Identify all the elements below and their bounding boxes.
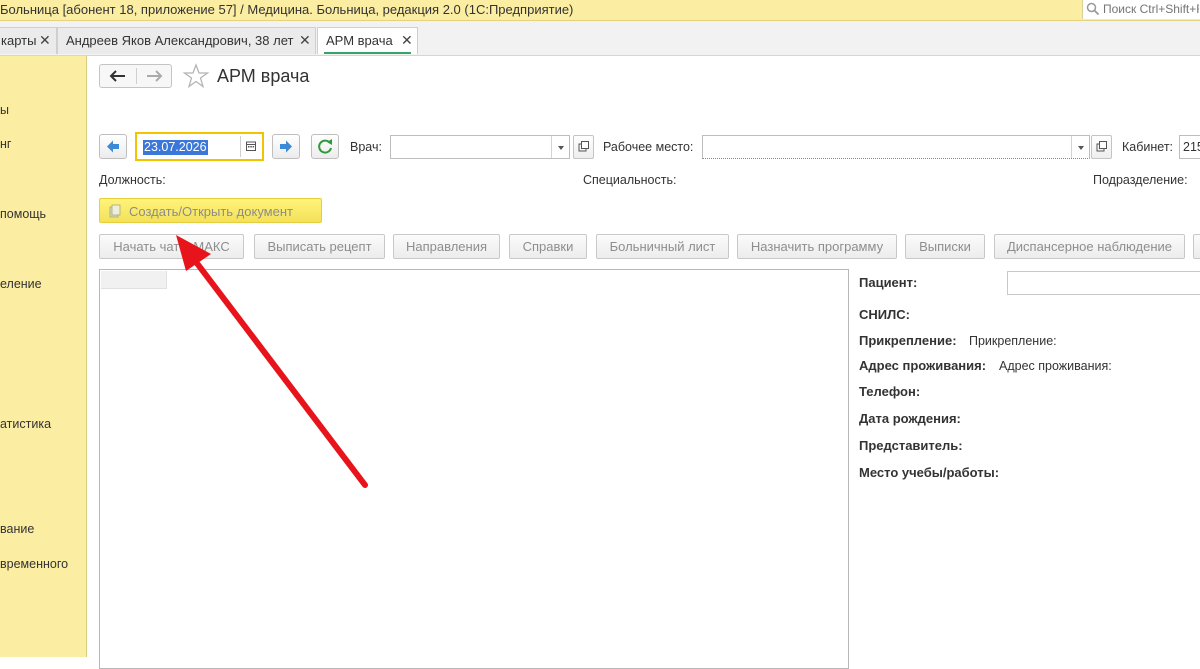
date-field[interactable]: 23.07.2026 <box>135 132 264 161</box>
address-value: Адрес проживания: <box>999 359 1112 373</box>
close-icon[interactable]: ✕ <box>39 32 51 49</box>
workplace-select[interactable] <box>702 135 1090 159</box>
tab-bar: карты ✕ Андреев Яков Александрович, 38 л… <box>0 21 1200 56</box>
referrals-button[interactable]: Направления <box>393 234 500 259</box>
calendar-icon[interactable] <box>245 140 257 152</box>
left-arrow-icon <box>107 140 119 153</box>
address-label: Адрес проживания: <box>859 358 987 373</box>
create-document-button[interactable]: Создать/Открыть документ <box>99 198 322 223</box>
workplace-label: Рабочее место: <box>603 140 694 154</box>
cabinet-label: Кабинет: <box>1122 140 1174 154</box>
section-item[interactable]: ы <box>0 103 9 117</box>
doctor-label: Врач: <box>350 140 382 154</box>
tab-patient[interactable]: Андреев Яков Александрович, 38 лет ✕ <box>57 27 316 54</box>
birth-date-label: Дата рождения: <box>859 411 961 426</box>
dispensary-button[interactable]: Диспансерное наблюдение <box>994 234 1185 259</box>
department-label: Подразделение: <box>1093 173 1188 187</box>
extracts-button[interactable]: Выписки <box>905 234 985 259</box>
next-date-button[interactable] <box>272 134 300 159</box>
attachment-value: Прикрепление: <box>969 334 1057 348</box>
patient-list[interactable] <box>99 269 849 669</box>
section-item[interactable]: временного <box>0 557 68 571</box>
work-place-label: Место учебы/работы: <box>859 465 1000 480</box>
history-nav <box>99 64 172 88</box>
star-icon[interactable] <box>183 63 209 89</box>
certificates-button[interactable]: Справки <box>509 234 587 259</box>
search-input[interactable] <box>1103 1 1199 17</box>
page-title: АРМ врача <box>217 66 310 86</box>
open-icon <box>1096 141 1107 152</box>
representative-label: Представитель: <box>859 438 963 453</box>
attachment-label: Прикрепление: <box>859 333 957 348</box>
tab-label: Андреев Яков Александрович, 38 лет <box>66 33 294 48</box>
field-separator <box>240 136 241 157</box>
cabinet-field[interactable]: 215 <box>1179 135 1200 159</box>
window-title: Больница [абонент 18, приложение 57] / М… <box>0 2 574 17</box>
back-arrow-icon[interactable] <box>100 65 136 87</box>
section-item[interactable]: нг <box>0 137 11 151</box>
cabinet-value: 215 <box>1183 140 1200 154</box>
position-label: Должность: <box>99 173 166 187</box>
tab-label: карты <box>1 33 37 48</box>
refresh-button[interactable] <box>311 134 339 159</box>
search-icon <box>1086 2 1100 16</box>
more-actions-button[interactable] <box>1193 234 1200 259</box>
close-icon[interactable]: ✕ <box>299 32 311 49</box>
list-header <box>101 271 167 289</box>
doctor-select[interactable] <box>390 135 570 159</box>
doctor-open-button[interactable] <box>573 135 594 159</box>
right-arrow-icon <box>280 140 292 153</box>
snils-label: СНИЛС: <box>859 307 910 322</box>
global-search[interactable] <box>1082 0 1200 19</box>
tab-label: АРМ врача <box>326 33 393 48</box>
assign-program-button[interactable]: Назначить программу <box>737 234 897 259</box>
dropdown-icon[interactable] <box>551 136 570 158</box>
date-value[interactable]: 23.07.2026 <box>143 140 208 155</box>
prev-date-button[interactable] <box>99 134 127 159</box>
sections-panel: ы нг помощь еление атистика вание времен… <box>0 56 87 657</box>
start-chat-button[interactable]: Начать чат в МАКС <box>99 234 244 259</box>
patient-label: Пациент: <box>859 275 918 290</box>
close-icon[interactable]: ✕ <box>401 32 413 49</box>
forward-arrow-icon[interactable] <box>137 65 173 87</box>
phone-label: Телефон: <box>859 384 921 399</box>
create-document-label: Создать/Открыть документ <box>129 204 293 219</box>
section-item[interactable]: помощь <box>0 207 46 221</box>
dropdown-icon[interactable] <box>1071 136 1090 158</box>
sick-leave-button[interactable]: Больничный лист <box>596 234 729 259</box>
active-tab-indicator <box>324 52 411 54</box>
workplace-open-button[interactable] <box>1091 135 1112 159</box>
patient-field[interactable] <box>1007 271 1200 295</box>
section-item[interactable]: еление <box>0 277 42 291</box>
section-item[interactable]: вание <box>0 522 34 536</box>
specialty-label: Специальность: <box>583 173 677 187</box>
tab-cards[interactable]: карты ✕ <box>0 27 57 54</box>
document-icon <box>109 204 121 218</box>
refresh-icon <box>318 139 332 154</box>
tab-arm-doctor[interactable]: АРМ врача ✕ <box>317 27 418 54</box>
open-icon <box>578 141 589 152</box>
section-item[interactable]: атистика <box>0 417 51 431</box>
title-bar: Больница [абонент 18, приложение 57] / М… <box>0 0 1200 21</box>
prescription-button[interactable]: Выписать рецепт <box>254 234 385 259</box>
